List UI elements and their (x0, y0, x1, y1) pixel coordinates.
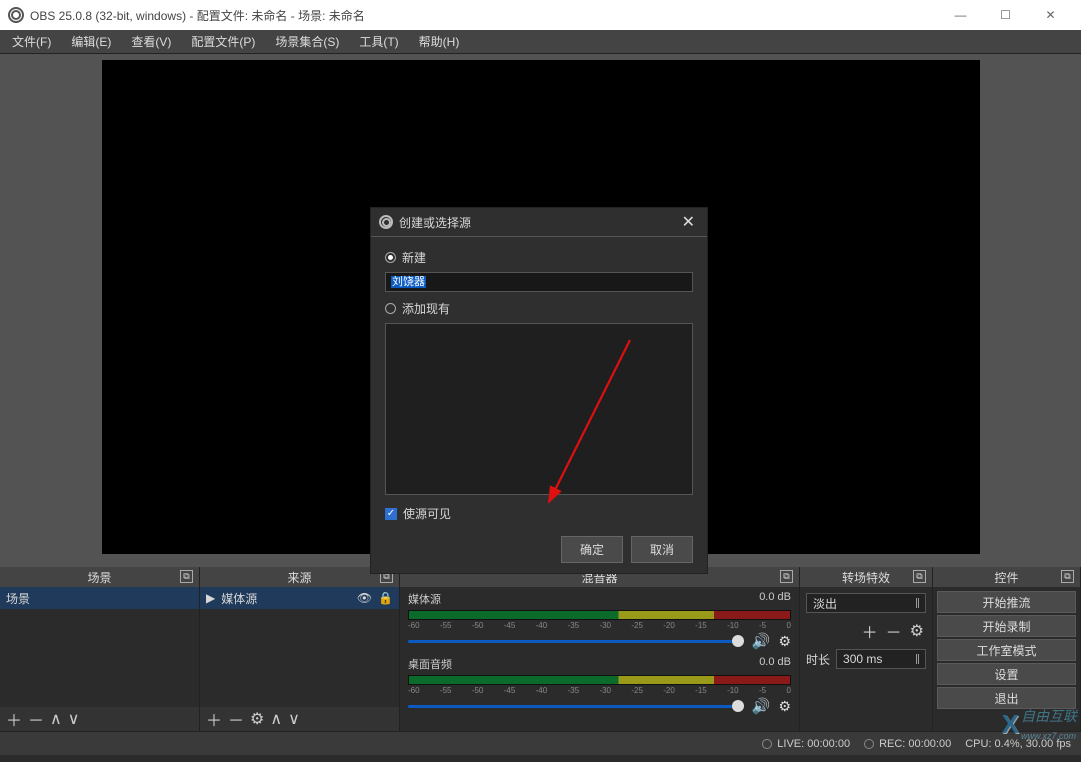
channel-name: 桌面音频 (408, 656, 452, 672)
dialog-title: 创建或选择源 (399, 214, 678, 231)
dialog-icon (379, 215, 393, 229)
scene-up-button[interactable]: ∧ (50, 709, 62, 729)
popout-icon[interactable]: ⧉ (180, 570, 193, 583)
speaker-icon[interactable]: 🔊 (752, 632, 771, 650)
statusbar: LIVE: 00:00:00 REC: 00:00:00 CPU: 0.4%, … (0, 731, 1081, 755)
transitions-panel: 转场特效 ⧉ 淡出 ＋ － ⚙ 时长 300 ms (800, 567, 933, 731)
speaker-icon[interactable]: 🔊 (752, 697, 771, 715)
menubar: 文件(F) 编辑(E) 查看(V) 配置文件(P) 场景集合(S) 工具(T) … (0, 30, 1081, 54)
mixer-channel-1: 桌面音频 0.0 dB -60-55-50-45-40-35-30-25-20-1… (400, 652, 799, 717)
scene-down-button[interactable]: ∨ (68, 709, 80, 729)
scene-item[interactable]: 场景 (0, 587, 199, 609)
watermark-url: www.xz7.com (1021, 731, 1076, 741)
visibility-toggle[interactable]: 👁 (357, 591, 372, 605)
source-down-button[interactable]: ∨ (288, 709, 300, 729)
meter-ticks: -60-55-50-45-40-35-30-25-20-15-10-50 (408, 621, 791, 630)
duration-label: 时长 (806, 651, 830, 668)
source-up-button[interactable]: ∧ (270, 709, 282, 729)
app-icon (8, 7, 24, 23)
bottom-panels: 场景⧉ 场景 ＋ － ∧ ∨ 来源⧉ ▶ 媒体源 👁 🔒 ＋ － ⚙ ∧ ∨ (0, 567, 1081, 731)
popout-icon[interactable]: ⧉ (1061, 570, 1074, 583)
radio-new[interactable] (385, 252, 396, 263)
controls-title: 控件 (994, 569, 1018, 586)
visible-checkbox-label: 使源可见 (403, 505, 451, 522)
radio-existing[interactable] (385, 303, 396, 314)
add-transition-button[interactable]: ＋ (862, 619, 878, 643)
channel-settings-button[interactable]: ⚙ (778, 698, 791, 715)
audio-meter (408, 675, 791, 685)
titlebar: OBS 25.0.8 (32-bit, windows) - 配置文件: 未命名… (0, 0, 1081, 30)
source-item[interactable]: ▶ 媒体源 👁 🔒 (200, 587, 399, 609)
rec-indicator-icon (864, 739, 874, 749)
watermark: X 自由互联 www.xz7.com (1002, 706, 1077, 742)
scenes-title: 场景 (87, 569, 111, 586)
menu-profiles[interactable]: 配置文件(P) (183, 30, 263, 53)
existing-sources-list[interactable] (385, 323, 693, 495)
add-scene-button[interactable]: ＋ (6, 707, 22, 731)
menu-edit[interactable]: 编辑(E) (63, 30, 119, 53)
remove-transition-button[interactable]: － (886, 619, 902, 643)
volume-slider[interactable] (408, 640, 744, 643)
menu-help[interactable]: 帮助(H) (411, 30, 468, 53)
lock-toggle[interactable]: 🔒 (378, 591, 393, 605)
radio-new-row[interactable]: 新建 (385, 249, 693, 266)
duration-input[interactable]: 300 ms (836, 649, 926, 669)
menu-file[interactable]: 文件(F) (4, 30, 59, 53)
studio-mode-button[interactable]: 工作室模式 (937, 639, 1076, 661)
channel-db: 0.0 dB (759, 656, 791, 672)
rec-status: REC: 00:00:00 (879, 738, 951, 750)
channel-db: 0.0 dB (759, 591, 791, 607)
maximize-button[interactable]: ☐ (983, 0, 1028, 30)
start-streaming-button[interactable]: 开始推流 (937, 591, 1076, 613)
transitions-title: 转场特效 (842, 569, 890, 586)
close-button[interactable]: ✕ (1028, 0, 1073, 30)
start-recording-button[interactable]: 开始录制 (937, 615, 1076, 637)
transition-settings-button[interactable]: ⚙ (910, 621, 924, 641)
menu-scenecollections[interactable]: 场景集合(S) (267, 30, 347, 53)
menu-tools[interactable]: 工具(T) (351, 30, 406, 53)
radio-existing-row[interactable]: 添加现有 (385, 300, 693, 317)
minimize-button[interactable]: — (938, 0, 983, 30)
sources-title: 来源 (287, 569, 311, 586)
mixer-body: 媒体源 0.0 dB -60-55-50-45-40-35-30-25-20-15… (400, 587, 799, 731)
channel-settings-button[interactable]: ⚙ (778, 633, 791, 650)
source-name-input[interactable]: 刘饶器 (385, 272, 693, 292)
spinner-icon[interactable] (916, 654, 919, 664)
sources-panel: 来源⧉ ▶ 媒体源 👁 🔒 ＋ － ⚙ ∧ ∨ (200, 567, 400, 731)
create-source-dialog: 创建或选择源 ✕ 新建 刘饶器 添加现有 ✓ 使源可见 确定 取消 (370, 207, 708, 574)
spinner-icon[interactable] (916, 598, 919, 608)
settings-button[interactable]: 设置 (937, 663, 1076, 685)
window-title: OBS 25.0.8 (32-bit, windows) - 配置文件: 未命名… (30, 7, 938, 24)
cancel-button[interactable]: 取消 (631, 536, 693, 563)
watermark-brand: 自由互联 (1021, 708, 1077, 724)
dialog-close-button[interactable]: ✕ (678, 212, 699, 232)
volume-slider[interactable] (408, 705, 744, 708)
ok-button[interactable]: 确定 (561, 536, 623, 563)
visible-checkbox[interactable]: ✓ (385, 508, 397, 520)
channel-name: 媒体源 (408, 591, 441, 607)
popout-icon[interactable]: ⧉ (913, 570, 926, 583)
transition-select[interactable]: 淡出 (806, 593, 926, 613)
radio-existing-label: 添加现有 (402, 300, 450, 317)
live-indicator-icon (762, 739, 772, 749)
popout-icon[interactable]: ⧉ (780, 570, 793, 583)
audio-meter (408, 610, 791, 620)
meter-ticks: -60-55-50-45-40-35-30-25-20-15-10-50 (408, 686, 791, 695)
scenes-panel: 场景 ⧉ 场景 ＋ － ∧ ∨ (0, 567, 200, 731)
radio-new-label: 新建 (402, 249, 426, 266)
source-settings-button[interactable]: ⚙ (250, 709, 264, 729)
add-source-button[interactable]: ＋ (206, 707, 222, 731)
menu-view[interactable]: 查看(V) (123, 30, 179, 53)
mixer-channel-0: 媒体源 0.0 dB -60-55-50-45-40-35-30-25-20-15… (400, 587, 799, 652)
visible-checkbox-row[interactable]: ✓ 使源可见 (385, 505, 693, 522)
remove-scene-button[interactable]: － (28, 707, 44, 731)
live-status: LIVE: 00:00:00 (777, 738, 850, 750)
play-icon: ▶ (206, 591, 215, 605)
mixer-panel: 混音器⧉ 媒体源0.0 dB -60-55-50-45-40-35-30-25-… (400, 567, 800, 731)
remove-source-button[interactable]: － (228, 707, 244, 731)
